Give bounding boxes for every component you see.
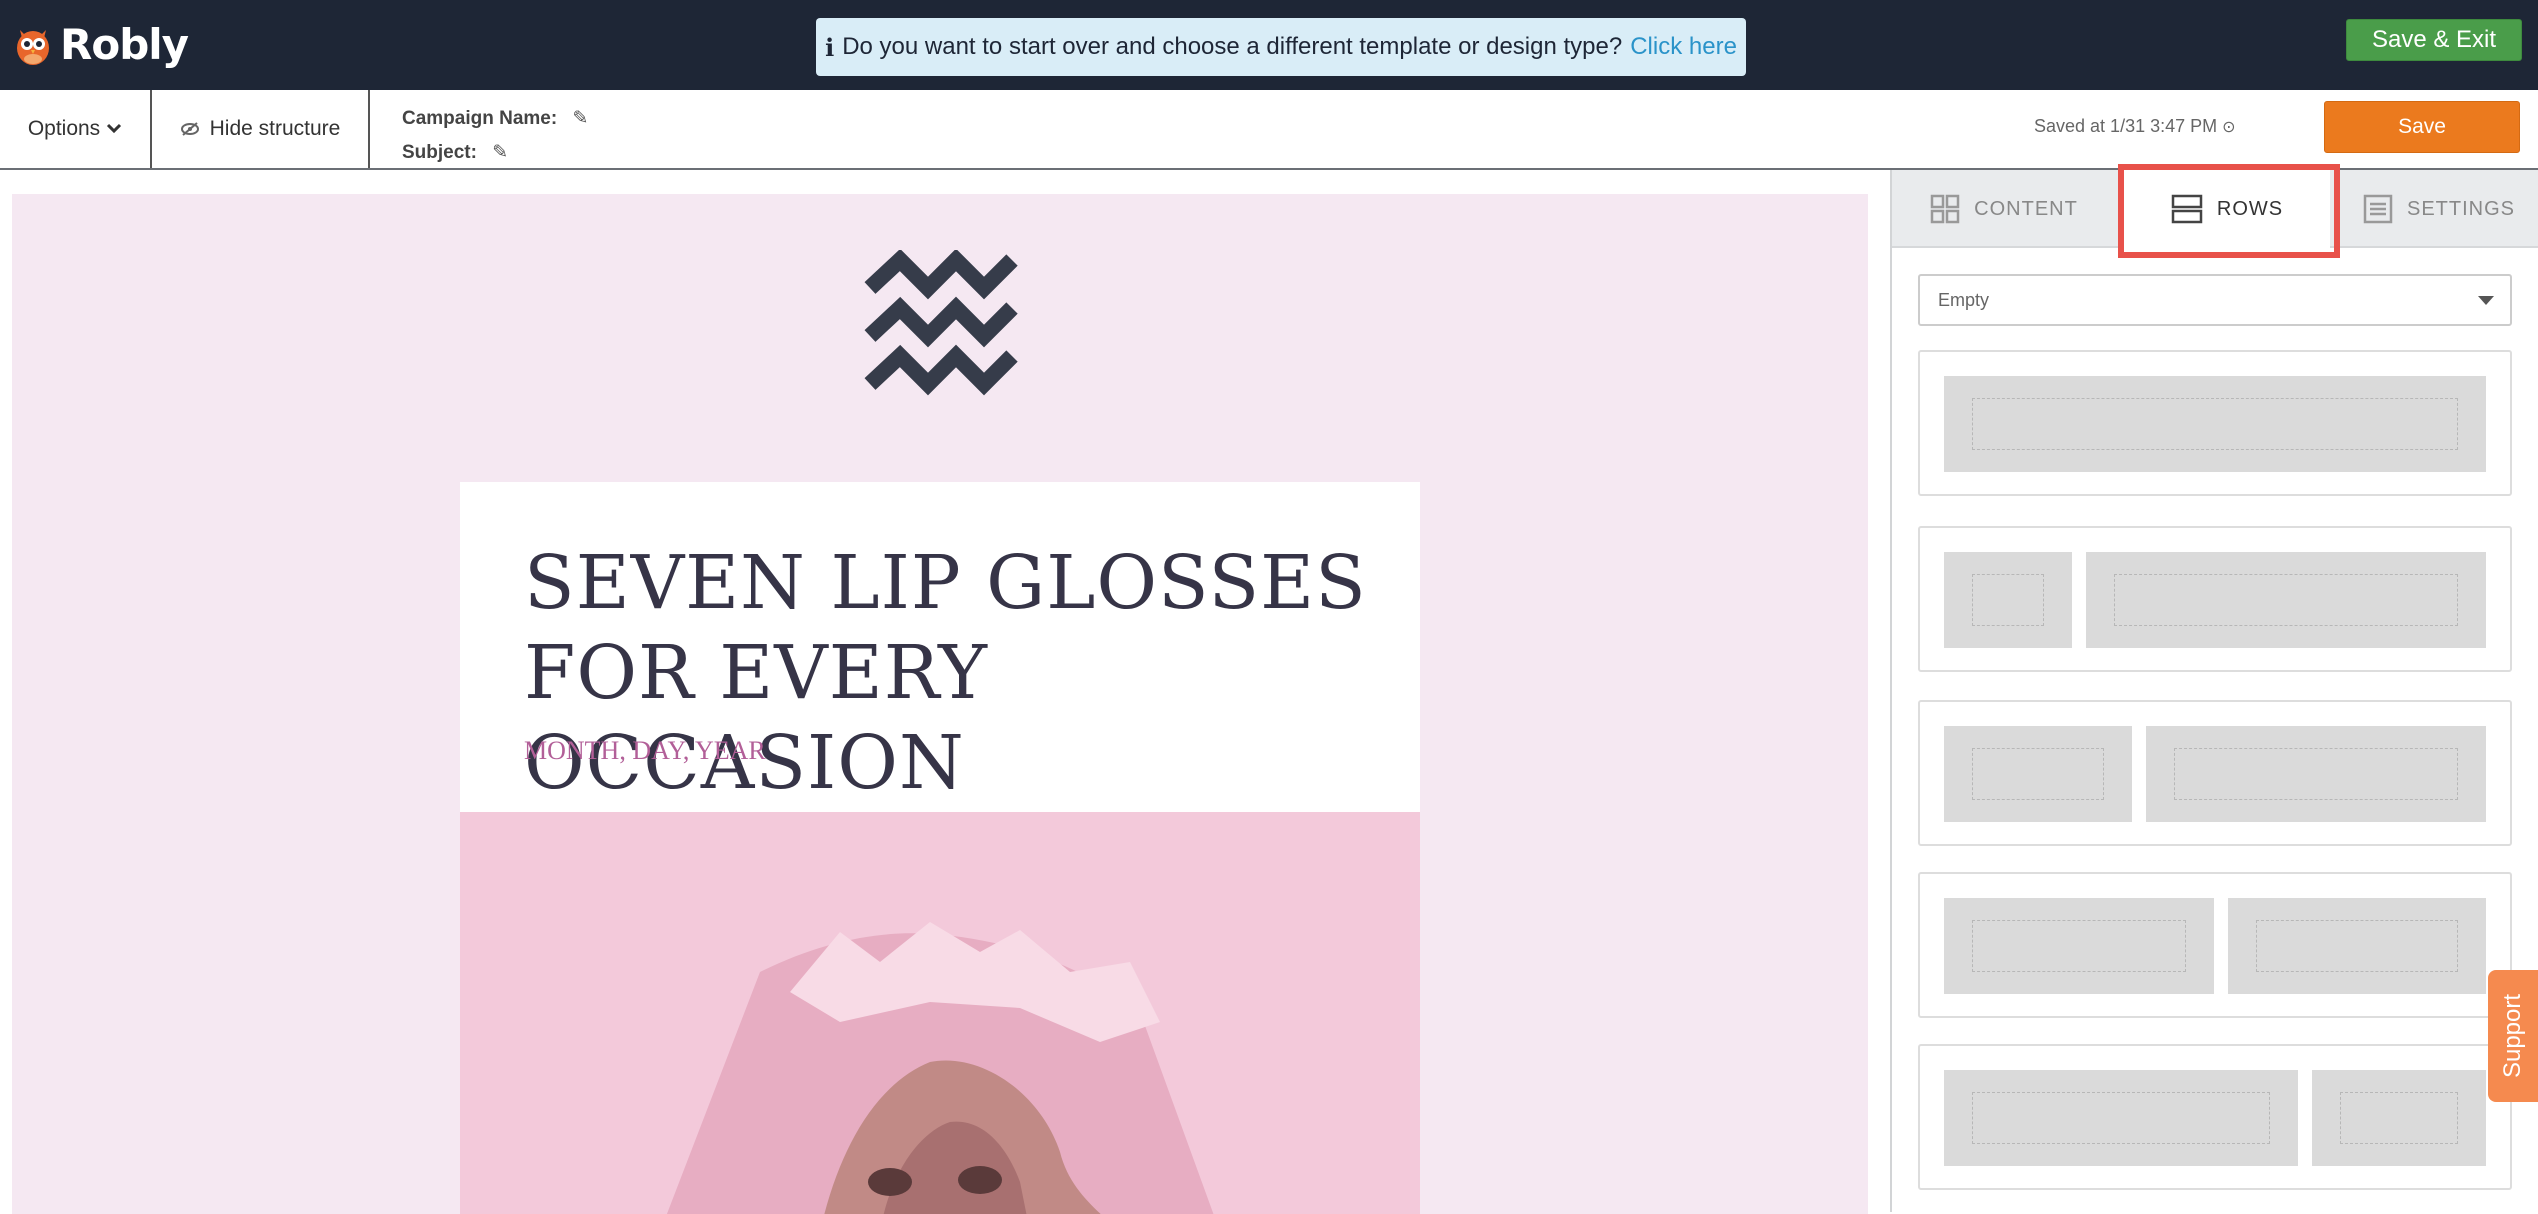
grid-icon (1930, 194, 1960, 224)
row-cell (1944, 726, 2132, 822)
panel-tabs: CONTENT ROWS SETTINGS (1892, 164, 2538, 258)
row-layout-2-columns-equal[interactable] (1918, 872, 2512, 1018)
editor-toolbar: Options Hide structure Campaign Name: ✎ … (0, 90, 2538, 170)
clock-icon: ⊙ (2222, 119, 2236, 136)
date-text[interactable]: MONTH, DAY, YEAR (524, 736, 766, 766)
pencil-icon[interactable]: ✎ (572, 108, 588, 129)
row-type-value: Empty (1938, 289, 1990, 310)
cell-placeholder (2340, 1092, 2458, 1144)
row-cell (1944, 552, 2072, 648)
headline[interactable]: SEVEN LIP GLOSSES FOR EVERY OCCASION (524, 538, 1384, 808)
cell-placeholder (1972, 748, 2104, 800)
top-bar: Robly i Do you want to start over and ch… (0, 0, 2538, 90)
campaign-name-label: Campaign Name: (402, 108, 558, 129)
settings-list-icon (2363, 194, 2393, 224)
notice-text: Do you want to start over and choose a d… (842, 33, 1623, 60)
subject-row[interactable]: Subject: ✎ (402, 136, 588, 170)
row-cell (2146, 726, 2486, 822)
hide-structure-label: Hide structure (209, 117, 341, 140)
cell-placeholder (1972, 920, 2186, 972)
row-layout-2-columns-third-two-thirds[interactable] (1918, 700, 2512, 846)
saved-status: Saved at 1/31 3:47 PM ⊙ (2034, 116, 2236, 137)
options-label: Options (27, 117, 101, 140)
cell-placeholder (1972, 574, 2044, 626)
robly-logo[interactable]: Robly (14, 16, 189, 72)
save-button[interactable]: Save (2324, 101, 2520, 153)
row-cell (1944, 1070, 2298, 1166)
subject-label: Subject: (402, 142, 477, 163)
row-layout-1-column[interactable] (1918, 350, 2512, 496)
row-cell (1944, 376, 2486, 472)
hero-image[interactable] (460, 812, 1420, 1214)
hide-structure-button[interactable]: Hide structure (152, 90, 370, 168)
save-exit-button[interactable]: Save & Exit (2346, 19, 2522, 61)
cell-placeholder (2114, 574, 2458, 626)
click-here-link[interactable]: Click here (1630, 33, 1737, 61)
tab-rows-label: ROWS (2216, 197, 2284, 220)
torn-paper-nose-image (460, 812, 1420, 1214)
cell-placeholder (1972, 398, 2458, 450)
cell-placeholder (2174, 748, 2458, 800)
headline-line-1: SEVEN LIP GLOSSES (524, 540, 1367, 626)
builder-panel: CONTENT ROWS SETTINGS Empty (1890, 164, 2538, 1212)
options-menu-button[interactable]: Options (0, 90, 152, 168)
start-over-notice: i Do you want to start over and choose a… (816, 18, 1746, 76)
row-cell (2086, 552, 2486, 648)
tab-content[interactable]: CONTENT (1892, 170, 2116, 248)
cell-placeholder (1972, 1092, 2270, 1144)
campaign-info: Campaign Name: ✎ Subject: ✎ (402, 102, 588, 170)
row-layout-2-columns-two-thirds-third[interactable] (1918, 1044, 2512, 1190)
row-cell (1944, 898, 2214, 994)
chevron-down-icon (107, 123, 122, 134)
rows-icon (2171, 194, 2203, 224)
app-name: Robly (60, 19, 189, 69)
pencil-icon[interactable]: ✎ (492, 142, 508, 163)
cell-placeholder (2256, 920, 2458, 972)
row-layout-2-columns-narrow-wide[interactable] (1918, 526, 2512, 672)
tab-rows[interactable]: ROWS (2124, 170, 2330, 248)
support-label: Support (2499, 993, 2526, 1079)
eye-slash-icon (180, 122, 199, 136)
zigzag-logo-icon[interactable] (860, 250, 1044, 414)
tab-settings[interactable]: SETTINGS (2338, 170, 2538, 248)
support-tab[interactable]: Support (2488, 970, 2538, 1102)
headline-line-2: FOR EVERY OCCASION (524, 630, 989, 806)
tab-settings-label: SETTINGS (2406, 197, 2515, 220)
row-cell (2312, 1070, 2486, 1166)
tab-content-label: CONTENT (1974, 197, 2078, 220)
campaign-name-row[interactable]: Campaign Name: ✎ (402, 102, 588, 136)
headline-block[interactable]: SEVEN LIP GLOSSES FOR EVERY OCCASION MON… (460, 482, 1420, 812)
caret-down-icon (2478, 296, 2494, 305)
email-canvas: SEVEN LIP GLOSSES FOR EVERY OCCASION MON… (0, 170, 1890, 1214)
row-cell (2228, 898, 2486, 994)
row-type-select[interactable]: Empty (1918, 274, 2512, 326)
info-icon: i (825, 32, 835, 62)
saved-at-text: Saved at 1/31 3:47 PM (2034, 116, 2218, 136)
owl-logo-icon (14, 22, 52, 66)
email-background[interactable]: SEVEN LIP GLOSSES FOR EVERY OCCASION MON… (12, 194, 1868, 1214)
